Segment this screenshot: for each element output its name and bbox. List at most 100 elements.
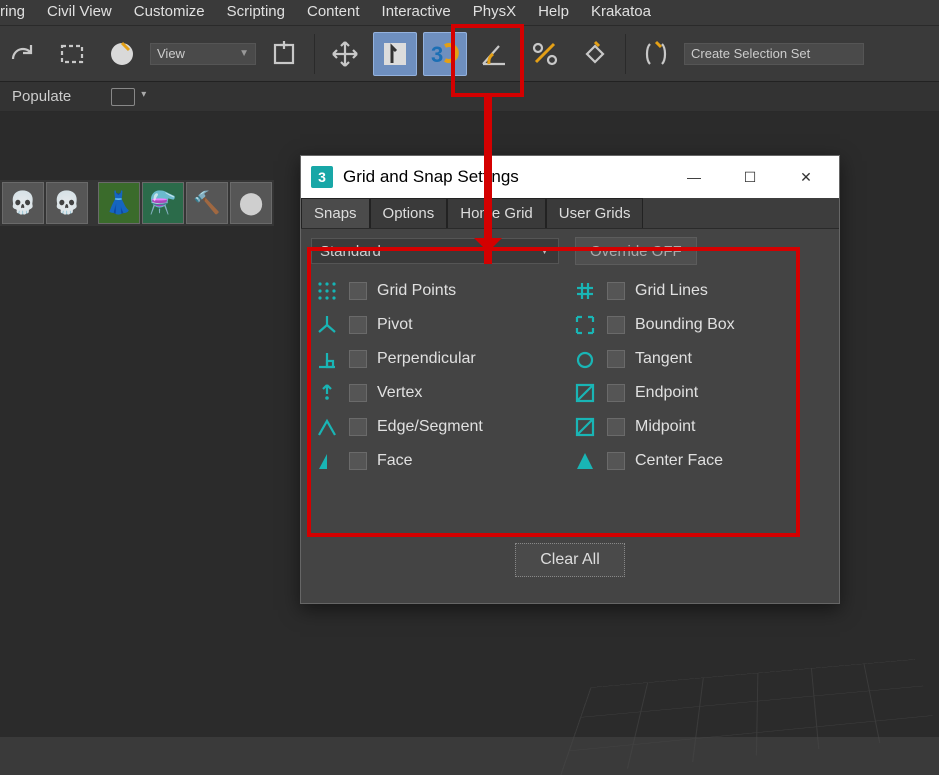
snap-toggle-button[interactable]: 3 bbox=[423, 32, 467, 76]
tab-home-grid[interactable]: Home Grid bbox=[447, 198, 546, 228]
standard-dropdown-label: Standard bbox=[320, 243, 381, 260]
endpoint-icon bbox=[573, 381, 597, 405]
snap-midpoint: Midpoint bbox=[573, 415, 825, 439]
snap-vertex: Vertex bbox=[315, 381, 567, 405]
select-region-button[interactable] bbox=[50, 32, 94, 76]
chevron-down-icon: ▼ bbox=[239, 48, 249, 59]
snap-face: Face bbox=[315, 449, 567, 473]
shelf-sphere-icon[interactable]: ⬤ bbox=[230, 182, 272, 224]
snap-perpendicular-checkbox[interactable] bbox=[349, 350, 367, 368]
ribbon-bar: Populate bbox=[0, 82, 939, 112]
menu-item[interactable]: ring bbox=[0, 3, 25, 20]
select-object-button[interactable] bbox=[373, 32, 417, 76]
menu-item[interactable]: PhysX bbox=[473, 3, 516, 20]
ribbon-tab-populate[interactable]: Populate bbox=[12, 88, 71, 105]
angle-snap-button[interactable] bbox=[473, 32, 517, 76]
snap-label: Perpendicular bbox=[377, 350, 476, 368]
perpendicular-icon bbox=[315, 347, 339, 371]
mail-icon[interactable] bbox=[111, 88, 135, 106]
tab-user-grids[interactable]: User Grids bbox=[546, 198, 644, 228]
menu-item[interactable]: Customize bbox=[134, 3, 205, 20]
menu-item[interactable]: Krakatoa bbox=[591, 3, 651, 20]
override-button[interactable]: Override OFF bbox=[575, 237, 697, 265]
viewport-grid bbox=[560, 659, 939, 775]
snap-bounding-box: Bounding Box bbox=[573, 313, 825, 337]
shelf-skeleton-add-icon[interactable]: 💀 bbox=[2, 182, 44, 224]
snap-grid-points-checkbox[interactable] bbox=[349, 282, 367, 300]
midpoint-icon bbox=[573, 415, 597, 439]
snap-edge-segment: Edge/Segment bbox=[315, 415, 567, 439]
shelf-dress-icon[interactable]: 👗 bbox=[98, 182, 140, 224]
close-button[interactable]: ✕ bbox=[783, 156, 829, 198]
snap-tangent-checkbox[interactable] bbox=[607, 350, 625, 368]
svg-text:3: 3 bbox=[431, 42, 443, 67]
view-dropdown-label: View bbox=[157, 46, 185, 61]
grid-lines-icon bbox=[573, 279, 597, 303]
view-dropdown[interactable]: View ▼ bbox=[150, 43, 256, 65]
select-circular-button[interactable] bbox=[100, 32, 144, 76]
menu-item[interactable]: Civil View bbox=[47, 3, 112, 20]
menu-item[interactable]: Help bbox=[538, 3, 569, 20]
snap-label: Vertex bbox=[377, 384, 422, 402]
menu-item[interactable]: Scripting bbox=[227, 3, 285, 20]
menu-item[interactable]: Content bbox=[307, 3, 360, 20]
menu-bar: ring Civil View Customize Scripting Cont… bbox=[0, 0, 939, 26]
snap-vertex-checkbox[interactable] bbox=[349, 384, 367, 402]
center-face-icon bbox=[573, 449, 597, 473]
snap-label: Center Face bbox=[635, 452, 723, 470]
snap-label: Midpoint bbox=[635, 418, 695, 436]
snap-endpoint-checkbox[interactable] bbox=[607, 384, 625, 402]
bounding-box-icon bbox=[573, 313, 597, 337]
snap-label: Face bbox=[377, 452, 413, 470]
named-sets-button[interactable] bbox=[634, 32, 678, 76]
tab-options[interactable]: Options bbox=[370, 198, 448, 228]
spinner-snap-button[interactable] bbox=[573, 32, 617, 76]
snap-pivot-checkbox[interactable] bbox=[349, 316, 367, 334]
snap-pivot: Pivot bbox=[315, 313, 567, 337]
menu-item[interactable]: Interactive bbox=[382, 3, 451, 20]
clear-all-button[interactable]: Clear All bbox=[515, 543, 625, 577]
redo-button[interactable] bbox=[0, 32, 44, 76]
separator bbox=[314, 34, 315, 74]
snap-face-checkbox[interactable] bbox=[349, 452, 367, 470]
shelf-toolbar: 💀 💀 👗 ⚗️ 🔨 ⬤ bbox=[0, 180, 274, 226]
selection-set-dropdown[interactable]: Create Selection Set bbox=[684, 43, 864, 65]
snap-label: Grid Lines bbox=[635, 282, 708, 300]
snaps-panel: Standard ▼ Override OFF Grid Points Grid bbox=[301, 229, 839, 603]
vertex-icon bbox=[315, 381, 339, 405]
shelf-potion-icon[interactable]: ⚗️ bbox=[142, 182, 184, 224]
percent-snap-button[interactable] bbox=[523, 32, 567, 76]
snap-grid-lines-checkbox[interactable] bbox=[607, 282, 625, 300]
dialog-title: Grid and Snap Settings bbox=[343, 167, 519, 187]
snap-options-grid: Grid Points Grid Lines Pivot bbox=[311, 269, 829, 483]
snap-tangent: Tangent bbox=[573, 347, 825, 371]
tangent-icon bbox=[573, 347, 597, 371]
app-logo-icon: 3 bbox=[311, 166, 333, 188]
tab-snaps[interactable]: Snaps bbox=[301, 198, 370, 228]
separator bbox=[625, 34, 626, 74]
standard-dropdown[interactable]: Standard ▼ bbox=[311, 238, 559, 264]
dialog-tabs: Snaps Options Home Grid User Grids bbox=[301, 198, 839, 229]
snap-edge-segment-checkbox[interactable] bbox=[349, 418, 367, 436]
snap-endpoint: Endpoint bbox=[573, 381, 825, 405]
snap-bounding-box-checkbox[interactable] bbox=[607, 316, 625, 334]
pivot-icon bbox=[315, 313, 339, 337]
shelf-hammer-icon[interactable]: 🔨 bbox=[186, 182, 228, 224]
dialog-titlebar[interactable]: 3 Grid and Snap Settings — ☐ ✕ bbox=[301, 156, 839, 198]
maximize-button[interactable]: ☐ bbox=[727, 156, 773, 198]
chevron-down-icon: ▼ bbox=[539, 245, 550, 257]
minimize-button[interactable]: — bbox=[671, 156, 717, 198]
shelf-skeleton-remove-icon[interactable]: 💀 bbox=[46, 182, 88, 224]
create-group-button[interactable] bbox=[262, 32, 306, 76]
grid-snap-settings-dialog: 3 Grid and Snap Settings — ☐ ✕ Snaps Opt… bbox=[300, 155, 840, 604]
edge-segment-icon bbox=[315, 415, 339, 439]
snap-center-face-checkbox[interactable] bbox=[607, 452, 625, 470]
main-toolbar: View ▼ 3 Create Selection Set bbox=[0, 26, 939, 82]
snap-grid-lines: Grid Lines bbox=[573, 279, 825, 303]
move-button[interactable] bbox=[323, 32, 367, 76]
snap-perpendicular: Perpendicular bbox=[315, 347, 567, 371]
snap-label: Bounding Box bbox=[635, 316, 735, 334]
snap-label: Endpoint bbox=[635, 384, 698, 402]
snap-label: Grid Points bbox=[377, 282, 456, 300]
snap-midpoint-checkbox[interactable] bbox=[607, 418, 625, 436]
